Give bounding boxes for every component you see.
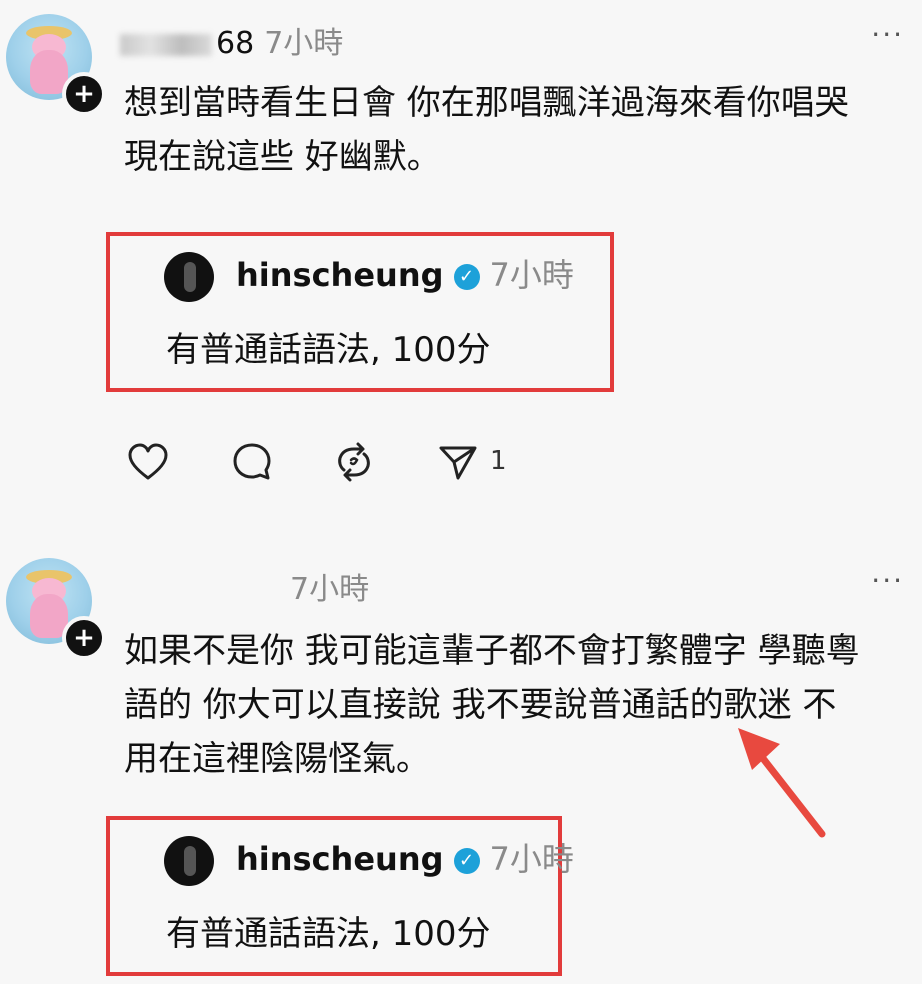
reply-avatar[interactable]	[164, 252, 214, 302]
arrow-annotation	[738, 728, 826, 838]
verified-icon: ✓	[453, 848, 480, 874]
heart-icon[interactable]	[126, 440, 170, 484]
blurred-username	[120, 33, 212, 56]
reply-time: 7小時	[489, 840, 574, 878]
plus-icon[interactable]: +	[62, 616, 106, 660]
comment-icon[interactable]	[230, 440, 274, 484]
post-username[interactable]: 7小時	[280, 564, 369, 608]
plus-icon[interactable]: +	[62, 72, 106, 116]
more-icon[interactable]: ···	[871, 18, 904, 51]
post-time: 7小時	[290, 572, 370, 607]
post-1: + 68 7小時 ··· 想到當時看生日會 你在那唱飄洋過海來看你唱哭 現在說這些…	[0, 0, 922, 530]
action-bar: 1	[126, 440, 626, 490]
highlighted-reply[interactable]: hinscheung ✓ 7小時 有普通話語法, 100分	[106, 232, 614, 392]
reply-username[interactable]: hinscheung	[236, 256, 444, 294]
repost-icon[interactable]	[332, 440, 376, 484]
share-count: 1	[490, 446, 507, 476]
share-icon[interactable]	[436, 440, 480, 484]
more-icon[interactable]: ···	[871, 564, 904, 597]
reply-header: hinscheung ✓ 7小時	[236, 250, 574, 296]
reply-text: 有普通話語法, 100分	[166, 330, 491, 370]
post-text: 想到當時看生日會 你在那唱飄洋過海來看你唱哭 現在說這些 好幽默。	[124, 83, 849, 177]
reply-time: 7小時	[489, 256, 574, 294]
highlighted-reply[interactable]: hinscheung ✓ 7小時 有普通話語法, 100分	[106, 816, 574, 976]
reply-text: 有普通話語法, 100分	[166, 914, 491, 954]
verified-icon: ✓	[453, 264, 480, 290]
post-username[interactable]: 68 7小時	[120, 18, 343, 62]
post-time: 7小時	[264, 26, 344, 61]
reply-avatar[interactable]	[164, 836, 214, 886]
reply-header: hinscheung ✓ 7小時	[236, 834, 574, 880]
reply-username[interactable]: hinscheung	[236, 840, 444, 878]
